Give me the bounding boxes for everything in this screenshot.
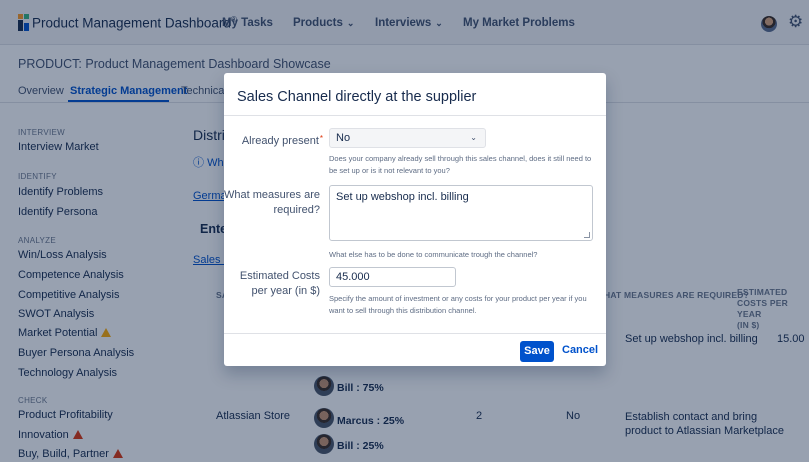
costs-label: Estimated Costs per year (in $) <box>239 270 320 297</box>
measures-help: What else has to be done to communicate … <box>329 250 538 259</box>
costs-input[interactable]: 45.000 <box>329 267 456 287</box>
costs-help: Specify the amount of investment or any … <box>329 294 587 315</box>
chevron-down-icon: ⌄ <box>470 133 477 142</box>
already-present-help: Does your company already sell through t… <box>329 154 592 175</box>
dialog-title: Sales Channel directly at the supplier <box>237 89 477 105</box>
save-button[interactable]: Save <box>520 341 554 362</box>
cancel-button[interactable]: Cancel <box>562 344 598 356</box>
measures-label: What measures are required? <box>224 189 320 216</box>
sales-channel-dialog: Sales Channel directly at the supplier A… <box>224 73 606 366</box>
already-present-label: Already present* <box>241 134 323 147</box>
already-present-select[interactable]: No ⌄ <box>329 128 486 148</box>
dialog-header-divider <box>224 115 606 116</box>
dialog-footer-divider <box>224 333 606 334</box>
measures-textarea[interactable]: Set up webshop incl. billing <box>329 185 593 241</box>
resize-handle-icon[interactable] <box>584 232 590 238</box>
